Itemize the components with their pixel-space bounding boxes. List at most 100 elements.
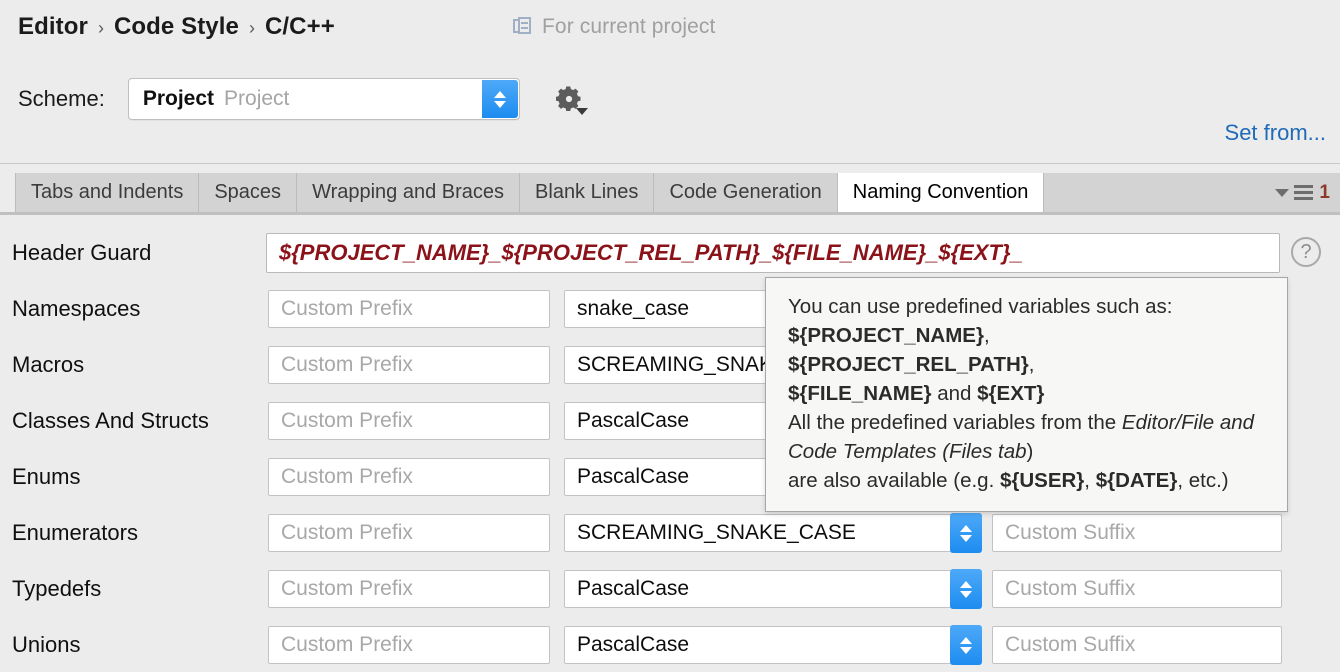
namespaces-label: Namespaces: [12, 296, 140, 322]
tooltip-paragraph-3: are also available (e.g. ${USER}, ${DATE…: [788, 466, 1267, 495]
unions-label: Unions: [12, 632, 80, 658]
copy-documents-icon: [513, 17, 533, 37]
chevron-down-icon: [576, 108, 588, 115]
help-question-icon[interactable]: ?: [1291, 237, 1321, 267]
enumerators-prefix-input[interactable]: Custom Prefix: [268, 514, 550, 552]
header-guard-tooltip: You can use predefined variables such as…: [765, 277, 1288, 512]
namespaces-style-value: snake_case: [577, 297, 689, 321]
header-guard-value: ${PROJECT_NAME}_${PROJECT_REL_PATH}_${FI…: [279, 240, 1023, 266]
breadcrumb-item-c-cpp[interactable]: C/C++: [265, 13, 335, 41]
tooltip-var-project-rel-path: ${PROJECT_REL_PATH}: [788, 353, 1029, 376]
unions-style-arrow-button[interactable]: [950, 625, 982, 665]
tooltip-line-4: , etc.): [1177, 469, 1228, 492]
header-guard-label: Header Guard: [12, 240, 151, 266]
tooltip-paragraph-1: You can use predefined variables such as…: [788, 292, 1267, 321]
list-menu-icon: [1294, 185, 1313, 200]
tab-bar-lead-spacer: [0, 173, 16, 212]
enums-prefix-placeholder: Custom Prefix: [281, 465, 413, 489]
tooltip-italic-files-tab: (Files tab: [942, 440, 1026, 463]
tooltip-var-file-name: ${FILE_NAME}: [788, 382, 932, 405]
enumerators-prefix-placeholder: Custom Prefix: [281, 521, 413, 545]
tab-overflow-menu-button[interactable]: 1: [1275, 182, 1330, 204]
tooltip-and: and: [932, 382, 978, 405]
chevron-up-icon: [494, 91, 506, 98]
breadcrumb: Editor › Code Style › C/C++: [18, 10, 335, 44]
chevron-down-icon: [494, 101, 506, 108]
typedefs-prefix-placeholder: Custom Prefix: [281, 577, 413, 601]
tooltip-var-project-name: ${PROJECT_NAME}: [788, 324, 984, 347]
tab-blank-lines[interactable]: Blank Lines: [520, 173, 654, 212]
tooltip-var-user: ${USER}: [1000, 469, 1084, 492]
typedefs-prefix-input[interactable]: Custom Prefix: [268, 570, 550, 608]
tooltip-comma-1: ,: [984, 324, 990, 347]
breadcrumb-item-code-style[interactable]: Code Style: [114, 13, 239, 41]
breadcrumb-item-editor[interactable]: Editor: [18, 13, 88, 41]
typedefs-suffix-placeholder: Custom Suffix: [1005, 577, 1135, 601]
tab-code-generation[interactable]: Code Generation: [654, 173, 837, 212]
typedefs-style-value: PascalCase: [577, 577, 689, 601]
chevron-up-icon: [960, 637, 972, 644]
row-typedefs: Typedefs Custom Prefix PascalCase Custom…: [0, 568, 1340, 610]
scheme-value-primary: Project: [143, 87, 214, 111]
row-unions: Unions Custom Prefix PascalCase Custom S…: [0, 624, 1340, 666]
classes-and-structs-prefix-input[interactable]: Custom Prefix: [268, 402, 550, 440]
scheme-combobox-arrow-button[interactable]: [482, 80, 518, 118]
breadcrumb-separator-icon: ›: [249, 18, 255, 39]
tooltip-var-ext: ${EXT}: [977, 382, 1044, 405]
macros-prefix-placeholder: Custom Prefix: [281, 353, 413, 377]
enumerators-style-combobox[interactable]: SCREAMING_SNAKE_CASE: [564, 514, 960, 552]
enumerators-label: Enumerators: [12, 520, 138, 546]
chevron-up-icon: [960, 581, 972, 588]
unions-prefix-input[interactable]: Custom Prefix: [268, 626, 550, 664]
classes-and-structs-style-value: PascalCase: [577, 409, 689, 433]
tooltip-line-2: All the predefined variables from the: [788, 411, 1122, 434]
enumerators-suffix-placeholder: Custom Suffix: [1005, 521, 1135, 545]
enumerators-style-arrow-button[interactable]: [950, 513, 982, 553]
typedefs-suffix-input[interactable]: Custom Suffix: [992, 570, 1282, 608]
scheme-label: Scheme:: [18, 86, 105, 112]
namespaces-prefix-placeholder: Custom Prefix: [281, 297, 413, 321]
header-divider: [0, 163, 1340, 164]
unions-style-combobox[interactable]: PascalCase: [564, 626, 960, 664]
chevron-down-icon: [960, 591, 972, 598]
tab-overflow-count: 1: [1319, 182, 1330, 204]
set-from-link[interactable]: Set from...: [1225, 120, 1326, 146]
typedefs-style-arrow-button[interactable]: [950, 569, 982, 609]
settings-page: Editor › Code Style › C/C++ For current …: [0, 0, 1340, 672]
tooltip-paragraph-2: All the predefined variables from the Ed…: [788, 408, 1267, 466]
tab-tabs-and-indents[interactable]: Tabs and Indents: [16, 173, 199, 212]
enumerators-style-value: SCREAMING_SNAKE_CASE: [577, 521, 856, 545]
chevron-up-icon: [960, 525, 972, 532]
enumerators-suffix-input[interactable]: Custom Suffix: [992, 514, 1282, 552]
namespaces-prefix-input[interactable]: Custom Prefix: [268, 290, 550, 328]
scheme-row: Scheme: Project Project: [18, 76, 586, 122]
tooltip-paren-close: ): [1027, 440, 1034, 463]
classes-and-structs-prefix-placeholder: Custom Prefix: [281, 409, 413, 433]
scheme-value-secondary: Project: [224, 87, 289, 111]
tab-naming-convention[interactable]: Naming Convention: [838, 173, 1045, 212]
scheme-settings-gear-button[interactable]: [552, 82, 586, 116]
classes-and-structs-label: Classes And Structs: [12, 408, 209, 434]
tooltip-comma-2: ,: [1029, 353, 1035, 376]
scheme-combobox[interactable]: Project Project: [128, 78, 520, 120]
header-guard-input[interactable]: ${PROJECT_NAME}_${PROJECT_REL_PATH}_${FI…: [266, 233, 1280, 273]
tooltip-comma-3: ,: [1084, 469, 1095, 492]
enums-label: Enums: [12, 464, 80, 490]
breadcrumb-separator-icon: ›: [98, 18, 104, 39]
typedefs-style-combobox[interactable]: PascalCase: [564, 570, 960, 608]
tab-bar-filler: 1: [1044, 173, 1340, 212]
tab-spaces[interactable]: Spaces: [199, 173, 297, 212]
macros-prefix-input[interactable]: Custom Prefix: [268, 346, 550, 384]
tooltip-line-1: You can use predefined variables such as…: [788, 295, 1172, 318]
chevron-down-icon: [960, 647, 972, 654]
unions-suffix-input[interactable]: Custom Suffix: [992, 626, 1282, 664]
tooltip-var-date: ${DATE}: [1096, 469, 1178, 492]
macros-label: Macros: [12, 352, 84, 378]
tooltip-paragraph-vars: ${PROJECT_NAME}, ${PROJECT_REL_PATH}, ${…: [788, 321, 1267, 408]
tab-wrapping-and-braces[interactable]: Wrapping and Braces: [297, 173, 520, 212]
row-enumerators: Enumerators Custom Prefix SCREAMING_SNAK…: [0, 512, 1340, 554]
unions-style-value: PascalCase: [577, 633, 689, 657]
enums-prefix-input[interactable]: Custom Prefix: [268, 458, 550, 496]
for-current-project-note: For current project: [513, 13, 715, 41]
for-current-project-label: For current project: [542, 15, 715, 39]
